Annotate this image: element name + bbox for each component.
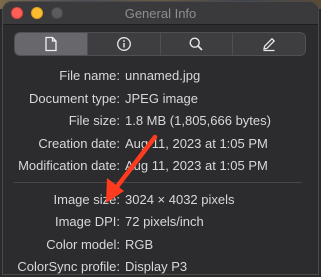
inspector-tab-bar (14, 32, 306, 56)
creation-date-row: Creation date: Aug 11, 2023 at 1:05 PM (0, 136, 317, 154)
tab-general-info[interactable] (15, 33, 88, 55)
window-title: General Info (124, 6, 197, 21)
colorsync-profile-value: Display P3 (125, 259, 188, 274)
document-icon (45, 36, 57, 52)
section-divider (14, 182, 302, 183)
modification-date-row: Modification date: Aug 11, 2023 at 1:05 … (0, 158, 317, 176)
color-model-row: Color model: RGB (0, 237, 317, 255)
tab-more-info[interactable] (88, 33, 161, 55)
image-dpi-label: Image DPI: (54, 214, 120, 229)
color-model-label: Color model: (46, 237, 120, 252)
creation-date-value: Aug 11, 2023 at 1:05 PM (125, 136, 268, 151)
document-type-row: Document type: JPEG image (0, 91, 317, 109)
modification-date-label: Modification date: (18, 158, 120, 173)
file-size-label: File size: (68, 113, 120, 128)
colorsync-profile-row: ColorSync profile: Display P3 (0, 259, 317, 277)
file-name-label: File name: (59, 68, 120, 83)
image-size-label: Image size: (53, 192, 120, 207)
color-model-value: RGB (125, 237, 154, 252)
image-size-value: 3024 × 4032 pixels (125, 192, 235, 207)
pencil-icon (263, 37, 276, 52)
image-dpi-row: Image DPI: 72 pixels/inch (0, 214, 317, 232)
image-dpi-value: 72 pixels/inch (125, 214, 204, 229)
image-size-row: Image size: 3024 × 4032 pixels (0, 192, 317, 210)
tab-annotate[interactable] (233, 33, 305, 55)
title-bar[interactable]: General Info (3, 2, 318, 25)
info-icon (116, 37, 131, 51)
file-name-row: File name: unnamed.jpg (0, 68, 317, 86)
file-name-value: unnamed.jpg (125, 68, 201, 83)
file-size-row: File size: 1.8 MB (1,805,666 bytes) (0, 113, 317, 131)
modification-date-value: Aug 11, 2023 at 1:05 PM (125, 158, 268, 173)
tab-search[interactable] (161, 33, 234, 55)
colorsync-profile-label: ColorSync profile: (17, 259, 120, 274)
magnifier-icon (189, 37, 203, 51)
document-type-value: JPEG image (125, 91, 198, 106)
file-size-value: 1.8 MB (1,805,666 bytes) (125, 113, 271, 128)
document-type-label: Document type: (28, 91, 120, 106)
creation-date-label: Creation date: (38, 136, 120, 151)
